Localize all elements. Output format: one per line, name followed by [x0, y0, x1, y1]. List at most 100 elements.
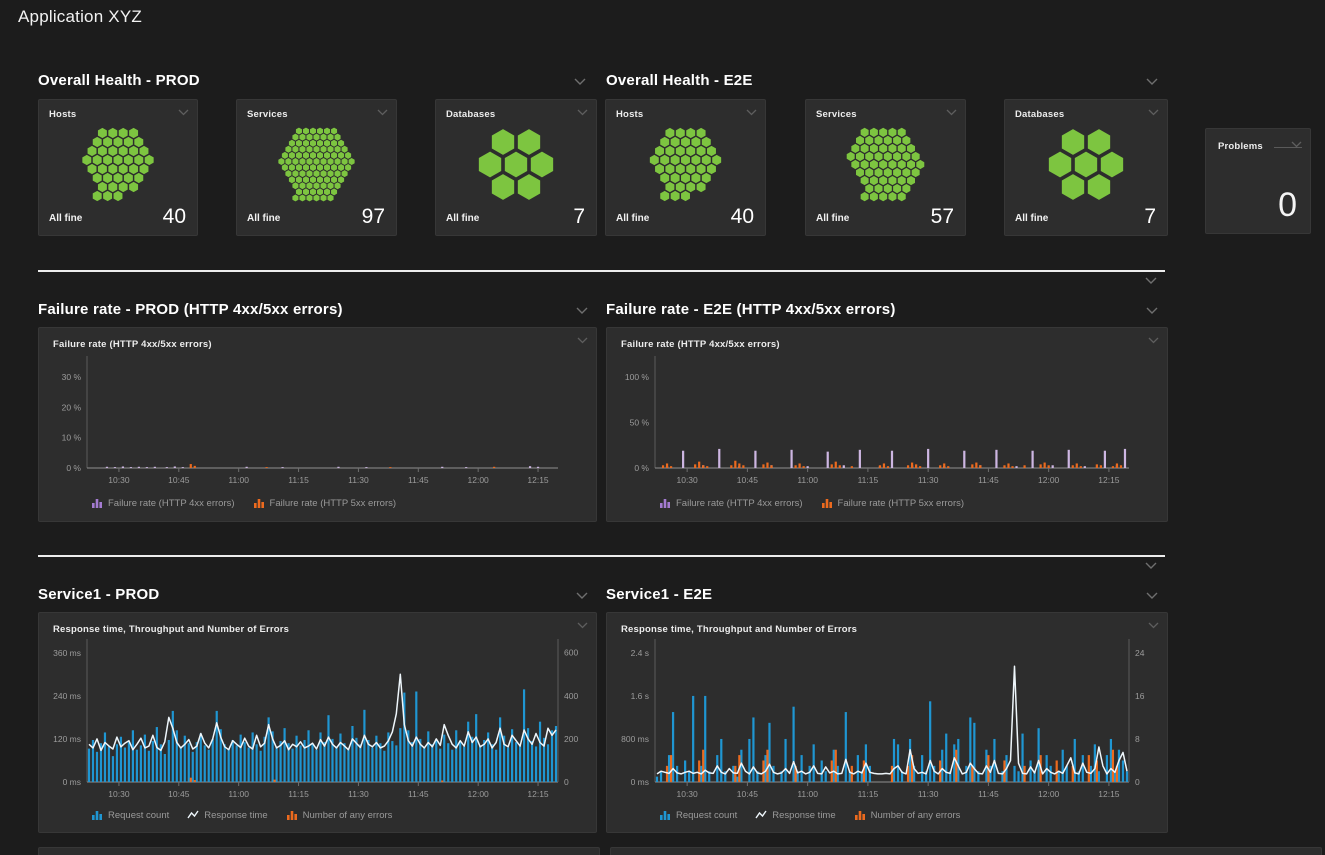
svg-text:11:30: 11:30 [918, 475, 939, 485]
chevron-down-icon[interactable] [576, 592, 588, 600]
legend-label: Number of any errors [303, 810, 393, 821]
section-divider [38, 270, 1165, 272]
svg-text:11:15: 11:15 [858, 789, 879, 799]
line-chart-icon [755, 809, 767, 821]
svg-text:12:00: 12:00 [1038, 475, 1060, 485]
health-tile-hosts-prod[interactable]: Hosts All fine 40 [38, 99, 198, 236]
chevron-down-icon[interactable] [1145, 277, 1157, 285]
health-tile-databases-e2e[interactable]: Databases All fine 7 [1004, 99, 1168, 236]
svg-text:16: 16 [1135, 691, 1145, 701]
section-header-overall-health-prod: Overall Health - PROD [38, 72, 200, 89]
chevron-down-icon[interactable] [377, 109, 388, 116]
chart-tile-service1-prod[interactable]: Response time, Throughput and Number of … [38, 612, 597, 833]
honeycomb-services [237, 124, 396, 205]
health-tile-services-e2e[interactable]: Services All fine 57 [805, 99, 966, 236]
problems-tile[interactable]: Problems 0 [1205, 128, 1311, 234]
chart-legend: Request count Response time Number of any … [91, 809, 392, 821]
svg-text:10:30: 10:30 [108, 475, 130, 485]
svg-text:0 ms: 0 ms [631, 777, 649, 787]
svg-text:11:00: 11:00 [228, 789, 249, 799]
svg-text:11:00: 11:00 [797, 475, 818, 485]
svg-text:800 ms: 800 ms [621, 734, 649, 744]
honeycomb-services [806, 124, 965, 205]
failure-rate-chart[interactable]: 0 %50 %100 %10:3010:4511:0011:1511:3011:… [607, 328, 1167, 521]
svg-text:100 %: 100 % [625, 372, 650, 382]
chevron-down-icon[interactable] [1146, 592, 1158, 600]
honeycomb-hosts [39, 124, 197, 205]
section-header-service1-prod: Service1 - PROD [38, 586, 159, 603]
legend-item[interactable]: Failure rate (HTTP 4xx errors) [91, 497, 235, 509]
chart-tile-failure-e2e[interactable]: Failure rate (HTTP 4xx/5xx errors) 0 %50… [606, 327, 1168, 522]
svg-text:20 %: 20 % [62, 402, 82, 412]
entity-count: 57 [931, 205, 954, 229]
chevron-down-icon[interactable] [178, 109, 189, 116]
svg-text:600: 600 [564, 648, 578, 658]
chevron-down-icon[interactable] [1148, 109, 1159, 116]
health-tile-databases-prod[interactable]: Databases All fine 7 [435, 99, 597, 236]
health-tile-hosts-e2e[interactable]: Hosts All fine 40 [605, 99, 766, 236]
svg-text:11:00: 11:00 [797, 789, 818, 799]
status-text: All fine [1015, 213, 1048, 224]
chevron-down-icon[interactable] [1291, 141, 1302, 148]
legend-label: Failure rate (HTTP 5xx errors) [838, 498, 965, 509]
bar-chart-icon [659, 497, 671, 509]
legend-item[interactable]: Response time [187, 809, 267, 821]
svg-text:12:15: 12:15 [527, 789, 549, 799]
legend-item[interactable]: Failure rate (HTTP 5xx errors) [821, 497, 965, 509]
svg-text:0: 0 [1135, 777, 1140, 787]
legend-item[interactable]: Response time [755, 809, 835, 821]
legend-label: Request count [108, 810, 169, 821]
chevron-down-icon[interactable] [1146, 307, 1158, 315]
service-metrics-chart[interactable]: 0 ms800 ms1.6 s2.4 s08162410:3010:4511:0… [607, 613, 1167, 832]
legend-label: Failure rate (HTTP 5xx errors) [270, 498, 397, 509]
service-metrics-chart[interactable]: 0 ms120 ms240 ms360 ms020040060010:3010:… [39, 613, 596, 832]
svg-text:200: 200 [564, 734, 578, 744]
honeycomb-databases [436, 124, 596, 205]
legend-label: Number of any errors [871, 810, 961, 821]
failure-rate-chart[interactable]: 0 %10 %20 %30 %10:3010:4511:0011:1511:30… [39, 328, 596, 521]
svg-text:11:15: 11:15 [288, 789, 309, 799]
section-divider [38, 555, 1165, 557]
chevron-down-icon[interactable] [746, 109, 757, 116]
chevron-down-icon[interactable] [574, 78, 586, 86]
chevron-down-icon[interactable] [1146, 78, 1158, 86]
svg-text:240 ms: 240 ms [53, 691, 81, 701]
svg-text:400: 400 [564, 691, 578, 701]
legend-item[interactable]: Request count [659, 809, 737, 821]
status-text: All fine [247, 213, 280, 224]
legend-item[interactable]: Failure rate (HTTP 4xx errors) [659, 497, 803, 509]
svg-text:11:15: 11:15 [288, 475, 309, 485]
chevron-down-icon[interactable] [1145, 562, 1157, 570]
health-tile-services-prod[interactable]: Services All fine 97 [236, 99, 397, 236]
chevron-down-icon[interactable] [577, 109, 588, 116]
svg-text:120 ms: 120 ms [53, 734, 81, 744]
chart-legend: Failure rate (HTTP 4xx errors) Failure ra… [659, 497, 964, 509]
chevron-down-icon[interactable] [576, 307, 588, 315]
chart-tile-failure-prod[interactable]: Failure rate (HTTP 4xx/5xx errors) 0 %10… [38, 327, 597, 522]
legend-item[interactable]: Number of any errors [854, 809, 961, 821]
chart-tile-service1-e2e[interactable]: Response time, Throughput and Number of … [606, 612, 1168, 833]
svg-text:10:45: 10:45 [737, 789, 759, 799]
svg-text:0 ms: 0 ms [63, 777, 81, 787]
bar-chart-icon [821, 497, 833, 509]
entity-count: 7 [1144, 205, 1156, 229]
chevron-down-icon[interactable] [946, 109, 957, 116]
legend-item[interactable]: Request count [91, 809, 169, 821]
svg-text:11:30: 11:30 [348, 475, 369, 485]
svg-text:11:45: 11:45 [978, 789, 999, 799]
svg-text:11:45: 11:45 [408, 475, 429, 485]
svg-text:12:00: 12:00 [1038, 789, 1060, 799]
svg-text:2.4 s: 2.4 s [631, 648, 649, 658]
tile-title: Services [247, 109, 288, 120]
svg-text:10:45: 10:45 [168, 475, 190, 485]
svg-text:1.6 s: 1.6 s [631, 691, 649, 701]
legend-item[interactable]: Failure rate (HTTP 5xx errors) [253, 497, 397, 509]
section-header-overall-health-e2e: Overall Health - E2E [606, 72, 753, 89]
status-text: All fine [49, 213, 82, 224]
tile-title: Services [816, 109, 857, 120]
svg-text:30 %: 30 % [62, 372, 82, 382]
legend-item[interactable]: Number of any errors [286, 809, 393, 821]
legend-label: Request count [676, 810, 737, 821]
legend-label: Response time [772, 810, 835, 821]
svg-text:11:45: 11:45 [408, 789, 429, 799]
